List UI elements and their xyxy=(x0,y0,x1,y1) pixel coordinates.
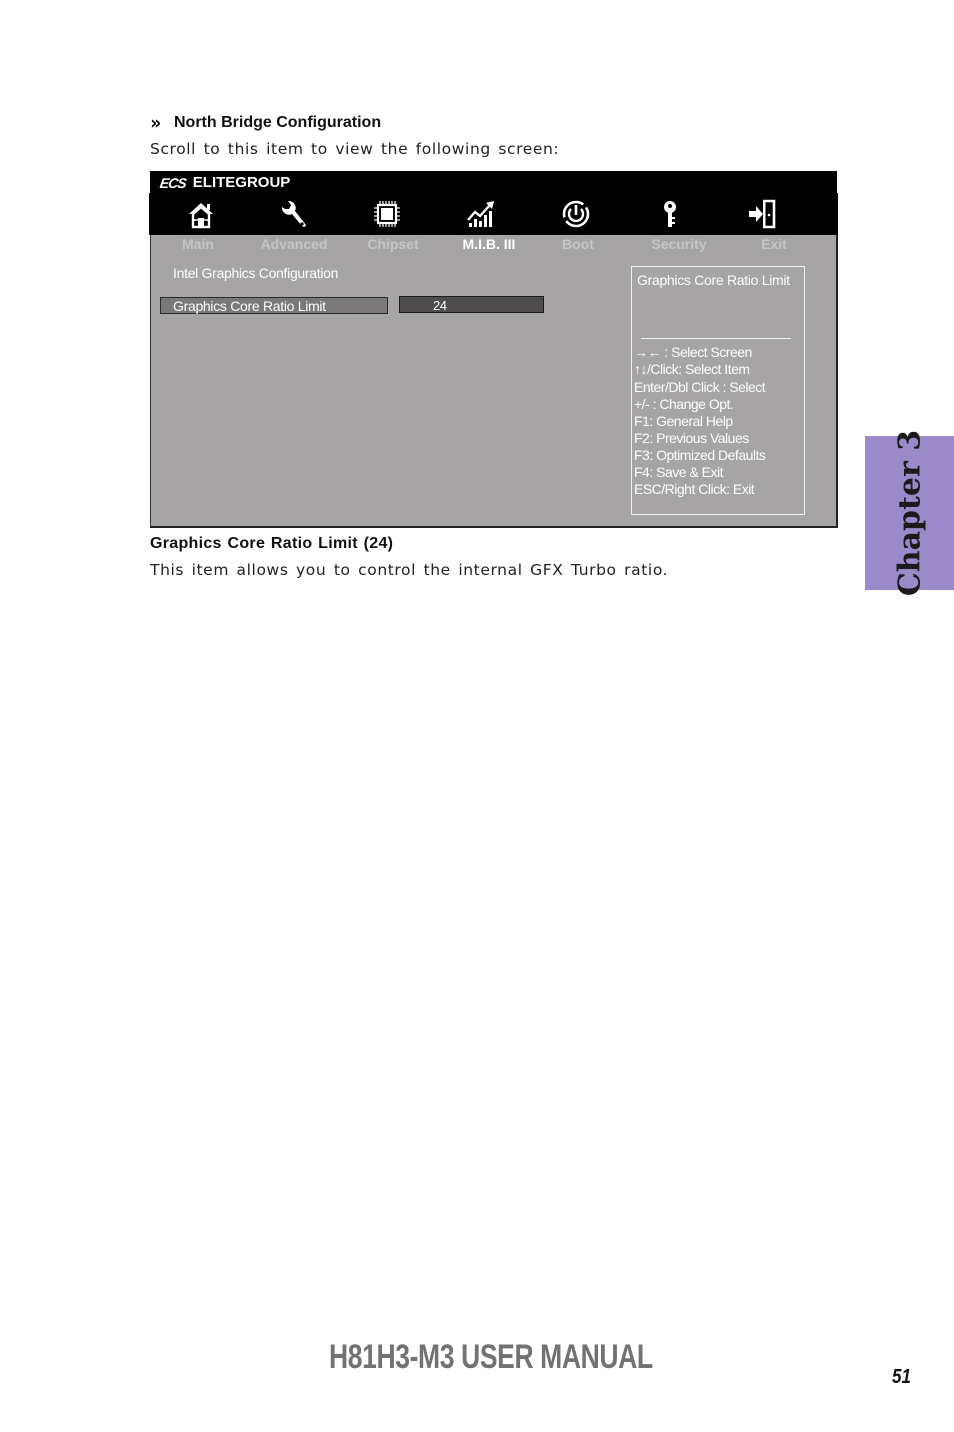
performance-chart-icon[interactable] xyxy=(463,197,499,231)
help-key-item: F3: Optimized Defaults xyxy=(634,447,766,463)
double-chevron-right-icon: » xyxy=(150,112,161,134)
key-icon[interactable] xyxy=(652,197,688,231)
help-key-item: F2: Previous Values xyxy=(634,430,749,446)
bios-screenshot: ECS ELITEGROUP Main Advanced Chipset M.I… xyxy=(149,171,838,528)
setting-value-field[interactable]: 24 xyxy=(399,296,544,313)
power-icon[interactable] xyxy=(558,197,594,231)
tab-mib-iii[interactable]: M.I.B. III xyxy=(463,236,516,252)
item-heading: Graphics Core Ratio Limit (24) xyxy=(150,535,394,552)
help-panel: Graphics Core Ratio Limit →← : Select Sc… xyxy=(631,266,805,515)
section-title: North Bridge Configuration xyxy=(174,114,382,131)
help-key-item: F1: General Help xyxy=(634,413,733,429)
group-label: Intel Graphics Configuration xyxy=(173,265,339,281)
setting-name: Graphics Core Ratio Limit xyxy=(173,298,326,314)
tab-security[interactable]: Security xyxy=(651,236,706,252)
help-key-item: →← : Select Screen xyxy=(634,344,752,360)
manual-title: H81H3-M3 USER MANUAL xyxy=(329,1338,653,1376)
tab-chipset[interactable]: Chipset xyxy=(367,236,418,252)
chip-icon[interactable] xyxy=(369,197,405,231)
section-heading: » North Bridge Configuration xyxy=(149,113,381,133)
help-key-item: F4: Save & Exit xyxy=(634,464,723,480)
help-key-item: ESC/Right Click: Exit xyxy=(634,481,755,497)
brand: ECS ELITEGROUP xyxy=(158,174,291,191)
help-title: Graphics Core Ratio Limit xyxy=(637,272,790,288)
bios-tabs: Main Advanced Chipset M.I.B. III Boot Se… xyxy=(151,235,836,255)
bios-icon-bar xyxy=(149,193,838,235)
wrench-icon[interactable] xyxy=(275,197,311,231)
setting-name-highlight[interactable]: Graphics Core Ratio Limit xyxy=(160,297,388,314)
page-number: 51 xyxy=(892,1366,911,1388)
help-key-item: Enter/Dbl Click : Select xyxy=(634,379,766,395)
ecs-logo: ECS xyxy=(158,174,187,191)
help-keys-list: →← : Select Screen ↑↓/Click: Select Item… xyxy=(634,344,766,498)
help-divider xyxy=(641,338,791,339)
setting-value: 24 xyxy=(433,298,447,313)
tab-exit[interactable]: Exit xyxy=(761,236,787,252)
chapter-tab: Chapter 3 xyxy=(865,430,954,596)
tab-boot[interactable]: Boot xyxy=(562,236,594,252)
bios-brand-bar: ECS ELITEGROUP xyxy=(150,171,837,194)
tab-advanced[interactable]: Advanced xyxy=(261,236,328,252)
item-description: This item allows you to control the inte… xyxy=(150,561,669,579)
chapter-label: Chapter 3 xyxy=(892,429,927,597)
help-key-item: +/- : Change Opt. xyxy=(634,396,734,412)
intro-text: Scroll to this item to view the followin… xyxy=(150,140,560,158)
tab-main[interactable]: Main xyxy=(182,236,214,252)
help-key-item: ↑↓/Click: Select Item xyxy=(634,361,750,377)
exit-door-icon[interactable] xyxy=(744,197,780,231)
brand-name: ELITEGROUP xyxy=(192,174,291,191)
bios-body: Main Advanced Chipset M.I.B. III Boot Se… xyxy=(150,235,838,528)
home-icon[interactable] xyxy=(183,197,219,231)
